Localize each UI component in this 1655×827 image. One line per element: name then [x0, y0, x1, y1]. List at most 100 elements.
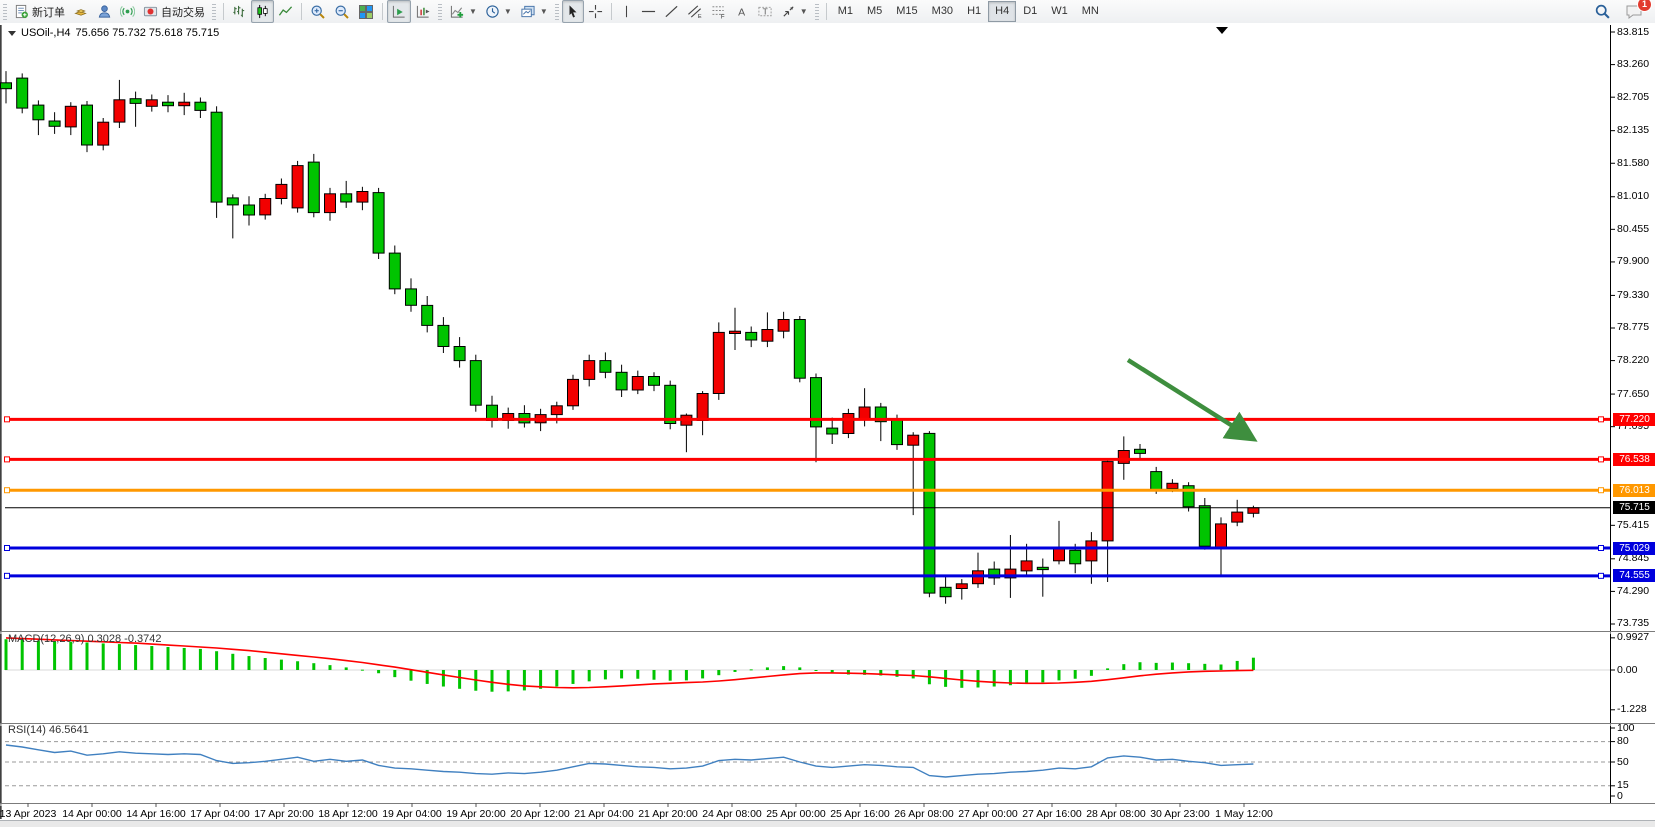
line-handle[interactable]	[5, 488, 10, 493]
svg-text:F: F	[721, 14, 725, 19]
toolbar-right-group: 1	[1590, 0, 1647, 23]
horizontal-line-object[interactable]	[5, 488, 1611, 493]
trendline-tool-button[interactable]	[660, 0, 683, 23]
price-axis-tick: 83.815	[1617, 26, 1649, 38]
line-handle[interactable]	[5, 417, 10, 422]
date-label: 26 Apr 08:00	[894, 808, 954, 820]
line-handle[interactable]	[5, 546, 10, 551]
zoom-out-button[interactable]	[330, 0, 354, 23]
vertical-line-tool-button[interactable]	[616, 0, 637, 23]
add-indicator-button[interactable]: ▼	[445, 0, 481, 23]
text-label-icon: T	[757, 4, 773, 19]
timeframe-button-mn[interactable]: MN	[1075, 1, 1106, 22]
horizontal-line-object[interactable]	[5, 573, 1611, 578]
line-price-tag: 76.538	[1613, 453, 1655, 466]
candlestick	[244, 196, 255, 225]
candlestick	[308, 154, 319, 217]
candlestick-icon	[255, 4, 270, 19]
bar-chart-mode-button[interactable]	[228, 0, 251, 23]
macd-signal-line	[6, 638, 1253, 688]
horizontal-line-tool-button[interactable]	[637, 0, 660, 23]
chevron-down-icon: ▼	[469, 7, 477, 16]
search-icon	[1594, 3, 1611, 20]
zoom-in-button[interactable]	[306, 0, 330, 23]
tile-windows-button[interactable]	[354, 0, 378, 23]
new-order-button[interactable]: 新订单	[10, 0, 69, 23]
line-handle[interactable]	[1599, 488, 1604, 493]
horizontal-line-object[interactable]	[5, 417, 1611, 422]
line-handle[interactable]	[5, 573, 10, 578]
channel-icon: E	[687, 4, 703, 19]
candlestick	[487, 396, 498, 428]
date-label: 24 Apr 08:00	[702, 808, 762, 820]
rsi-axis-tick: 100	[1617, 722, 1635, 734]
window-bottom-edge	[0, 820, 1655, 827]
candlestick	[438, 317, 449, 353]
templates-button[interactable]: ▼	[516, 0, 552, 23]
toolbar-grip[interactable]	[438, 4, 442, 20]
candlestick-mode-button[interactable]	[251, 0, 274, 23]
chart-area[interactable]: USOil-,H4 75.656 75.732 75.618 75.715 MA…	[0, 23, 1655, 827]
market-watch-button[interactable]	[69, 0, 93, 23]
line-handle[interactable]	[1599, 573, 1604, 578]
price-axis-tick: 82.135	[1617, 124, 1649, 136]
trend-arrow-annotation[interactable]	[1128, 360, 1250, 437]
candlestick	[65, 102, 76, 135]
chart-shift-button[interactable]	[411, 0, 435, 23]
date-label: 19 Apr 20:00	[446, 808, 506, 820]
date-label: 27 Apr 00:00	[958, 808, 1018, 820]
timeframe-button-m15[interactable]: M15	[889, 1, 924, 22]
toolbar-grip[interactable]	[212, 4, 216, 20]
search-button[interactable]	[1590, 0, 1615, 23]
horizontal-line-object[interactable]	[5, 546, 1611, 551]
timeframe-button-w1[interactable]: W1	[1044, 1, 1075, 22]
toolbar-grip[interactable]	[555, 4, 559, 20]
text-tool-button[interactable]: A	[731, 0, 753, 23]
line-handle[interactable]	[1599, 457, 1604, 462]
timeframe-button-m1[interactable]: M1	[831, 1, 860, 22]
candlestick	[924, 431, 935, 597]
periodicity-button[interactable]: ▼	[481, 0, 516, 23]
toolbar-grip[interactable]	[3, 4, 7, 20]
arrows-objects-button[interactable]: ▼	[777, 0, 812, 23]
crosshair-tool-button[interactable]	[584, 0, 607, 23]
horizontal-line-object[interactable]	[5, 457, 1611, 462]
price-axis-tick: 81.580	[1617, 157, 1649, 169]
price-axis-tick: 73.735	[1617, 617, 1649, 629]
profile-button[interactable]	[93, 0, 116, 23]
candlestick	[163, 95, 174, 112]
line-chart-mode-button[interactable]	[274, 0, 297, 23]
timeframe-button-m5[interactable]: M5	[860, 1, 889, 22]
signal-button[interactable]	[116, 0, 139, 23]
candlestick	[665, 381, 676, 430]
auto-scroll-button[interactable]	[387, 0, 411, 23]
candlestick	[1102, 459, 1113, 582]
toolbar-grip[interactable]	[815, 4, 819, 20]
auto-trading-button[interactable]: 自动交易	[139, 0, 209, 23]
candlestick	[1005, 535, 1016, 598]
equidistant-channel-tool-button[interactable]: E	[683, 0, 707, 23]
arrows-icon	[781, 4, 796, 19]
candlestick	[875, 403, 886, 441]
date-label: 13 Apr 2023	[0, 808, 56, 820]
fibonacci-tool-button[interactable]: F	[707, 0, 731, 23]
horizontal-line-icon	[641, 4, 656, 19]
notifications-button[interactable]: 1	[1621, 0, 1647, 23]
candlestick	[292, 161, 303, 213]
timeframe-button-m30[interactable]: M30	[925, 1, 960, 22]
cursor-tool-button[interactable]	[562, 0, 584, 23]
timeframe-button-d1[interactable]: D1	[1016, 1, 1044, 22]
fibonacci-icon: F	[711, 4, 727, 19]
line-handle[interactable]	[5, 457, 10, 462]
line-handle[interactable]	[1599, 546, 1604, 551]
price-axis-tick: 78.220	[1617, 354, 1649, 366]
candlestick	[649, 372, 660, 391]
svg-text:A: A	[738, 6, 745, 18]
text-label-tool-button[interactable]: T	[753, 0, 777, 23]
timeframe-button-h4[interactable]: H4	[988, 1, 1016, 22]
line-handle[interactable]	[1599, 417, 1604, 422]
signal-broadcast-icon	[120, 4, 135, 19]
toolbar-separator	[382, 3, 383, 20]
timeframe-button-h1[interactable]: H1	[960, 1, 988, 22]
chart-menu-icon[interactable]	[8, 31, 16, 36]
